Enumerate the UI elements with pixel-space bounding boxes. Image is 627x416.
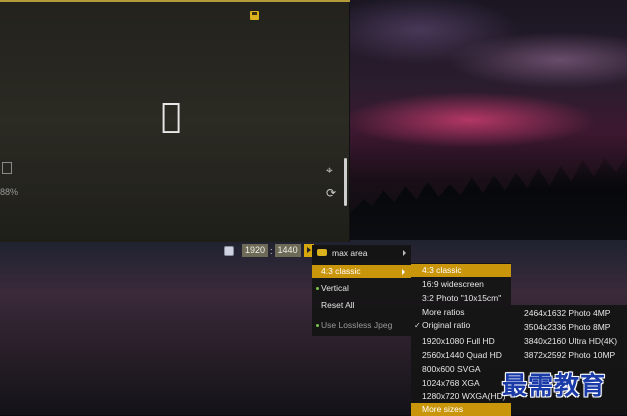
fit-screen-icon[interactable] — [2, 162, 12, 174]
sizes-item-3840x2160[interactable]: 3840x2160 Ultra HD(4K) — [511, 335, 627, 348]
menu-item-label: 4:3 classic — [422, 265, 462, 275]
menu-item-4-3-classic[interactable]: 4:3 classic — [312, 265, 411, 278]
menu-item-label: 2464x1632 Photo 4MP — [524, 308, 611, 318]
chevron-right-icon — [403, 250, 406, 256]
max-area-menu-header[interactable]: max area — [312, 245, 411, 260]
checkmark-icon: ✓ — [414, 321, 421, 330]
menu-item-label: Original ratio — [422, 320, 471, 330]
window-top-border — [0, 0, 350, 2]
submenu-item-3-2-photo[interactable]: 3:2 Photo "10x15cm" — [411, 292, 511, 305]
menu-item-label: 4:3 classic — [321, 266, 361, 276]
sizes-item-3504x2336[interactable]: 3504x2336 Photo 8MP — [511, 321, 627, 334]
submenu-item-1024x768[interactable]: 1024x768 XGA — [411, 377, 511, 390]
submenu-item-1920x1080[interactable]: 1920x1080 Full HD — [411, 335, 511, 348]
submenu-arrow-icon — [402, 269, 405, 275]
menu-item-label: 3840x2160 Ultra HD(4K) — [524, 336, 618, 346]
crop-icon[interactable]: ⌖ — [326, 163, 333, 178]
submenu-item-800x600[interactable]: 800x600 SVGA — [411, 363, 511, 376]
menu-item-label: Use Lossless Jpeg — [321, 320, 393, 330]
size-toolbar: 1920 : 1440 — [224, 243, 314, 258]
menu-item-label: 3:2 Photo "10x15cm" — [422, 293, 502, 303]
menu-item-label: 3872x2592 Photo 10MP — [524, 350, 616, 360]
menu-item-label: 1920x1080 Full HD — [422, 336, 495, 346]
submenu-item-2560x1440[interactable]: 2560x1440 Quad HD — [411, 349, 511, 362]
submenu-item-more-sizes[interactable]: More sizes — [411, 403, 511, 416]
menu-item-reset-all[interactable]: Reset All — [312, 299, 411, 312]
watermark-logo: 最需教育 — [502, 371, 607, 400]
vertical-scrollbar[interactable] — [344, 158, 347, 206]
height-field[interactable]: 1440 — [274, 244, 301, 257]
status-dot-icon — [316, 287, 319, 290]
menu-item-label: 3504x2336 Photo 8MP — [524, 322, 611, 332]
max-area-label: max area — [332, 247, 368, 258]
status-dot-icon — [316, 324, 319, 327]
apple-logo-icon:  — [161, 96, 181, 136]
menu-item-label: 16:9 widescreen — [422, 279, 484, 289]
sizes-item-2464x1632[interactable]: 2464x1632 Photo 4MP — [511, 307, 627, 320]
submenu-item-1280x720[interactable]: 1280x720 WXGA(HD) — [411, 390, 511, 403]
submenu-item-4-3-classic[interactable]: 4:3 classic — [411, 264, 511, 277]
sizes-item-3872x2592[interactable]: 3872x2592 Photo 10MP — [511, 349, 627, 362]
menu-item-label: Vertical — [321, 283, 349, 293]
image-editor-window:  88% ⌖ ⟳ — [0, 0, 350, 242]
menu-item-label: More ratios — [422, 307, 465, 317]
menu-item-label: 1024x768 XGA — [422, 378, 480, 388]
menu-item-label: 1280x720 WXGA(HD) — [422, 391, 506, 401]
menu-item-label: 800x600 SVGA — [422, 364, 481, 374]
ratio-menu: max area 4:3 classic Vertical Reset All … — [312, 245, 411, 336]
aspect-ratio-icon — [317, 249, 327, 256]
submenu-item-more-ratios[interactable]: More ratios — [411, 306, 511, 319]
zoom-level-text: 88% — [0, 187, 19, 197]
save-icon[interactable] — [250, 11, 259, 20]
menu-item-label: 2560x1440 Quad HD — [422, 350, 502, 360]
menu-item-label: Reset All — [321, 300, 355, 310]
width-field[interactable]: 1920 — [242, 244, 269, 257]
menu-item-use-lossless-jpeg[interactable]: Use Lossless Jpeg — [312, 319, 411, 332]
submenu-item-original-ratio[interactable]: ✓ Original ratio — [411, 319, 511, 332]
menu-item-label: More sizes — [422, 404, 464, 414]
ratio-submenu: 4:3 classic 16:9 widescreen 3:2 Photo "1… — [411, 263, 511, 416]
rotate-icon[interactable]: ⟳ — [326, 186, 336, 200]
submenu-item-16-9-widescreen[interactable]: 16:9 widescreen — [411, 278, 511, 291]
lock-ratio-checkbox[interactable] — [224, 245, 234, 256]
menu-item-vertical[interactable]: Vertical — [312, 282, 411, 295]
